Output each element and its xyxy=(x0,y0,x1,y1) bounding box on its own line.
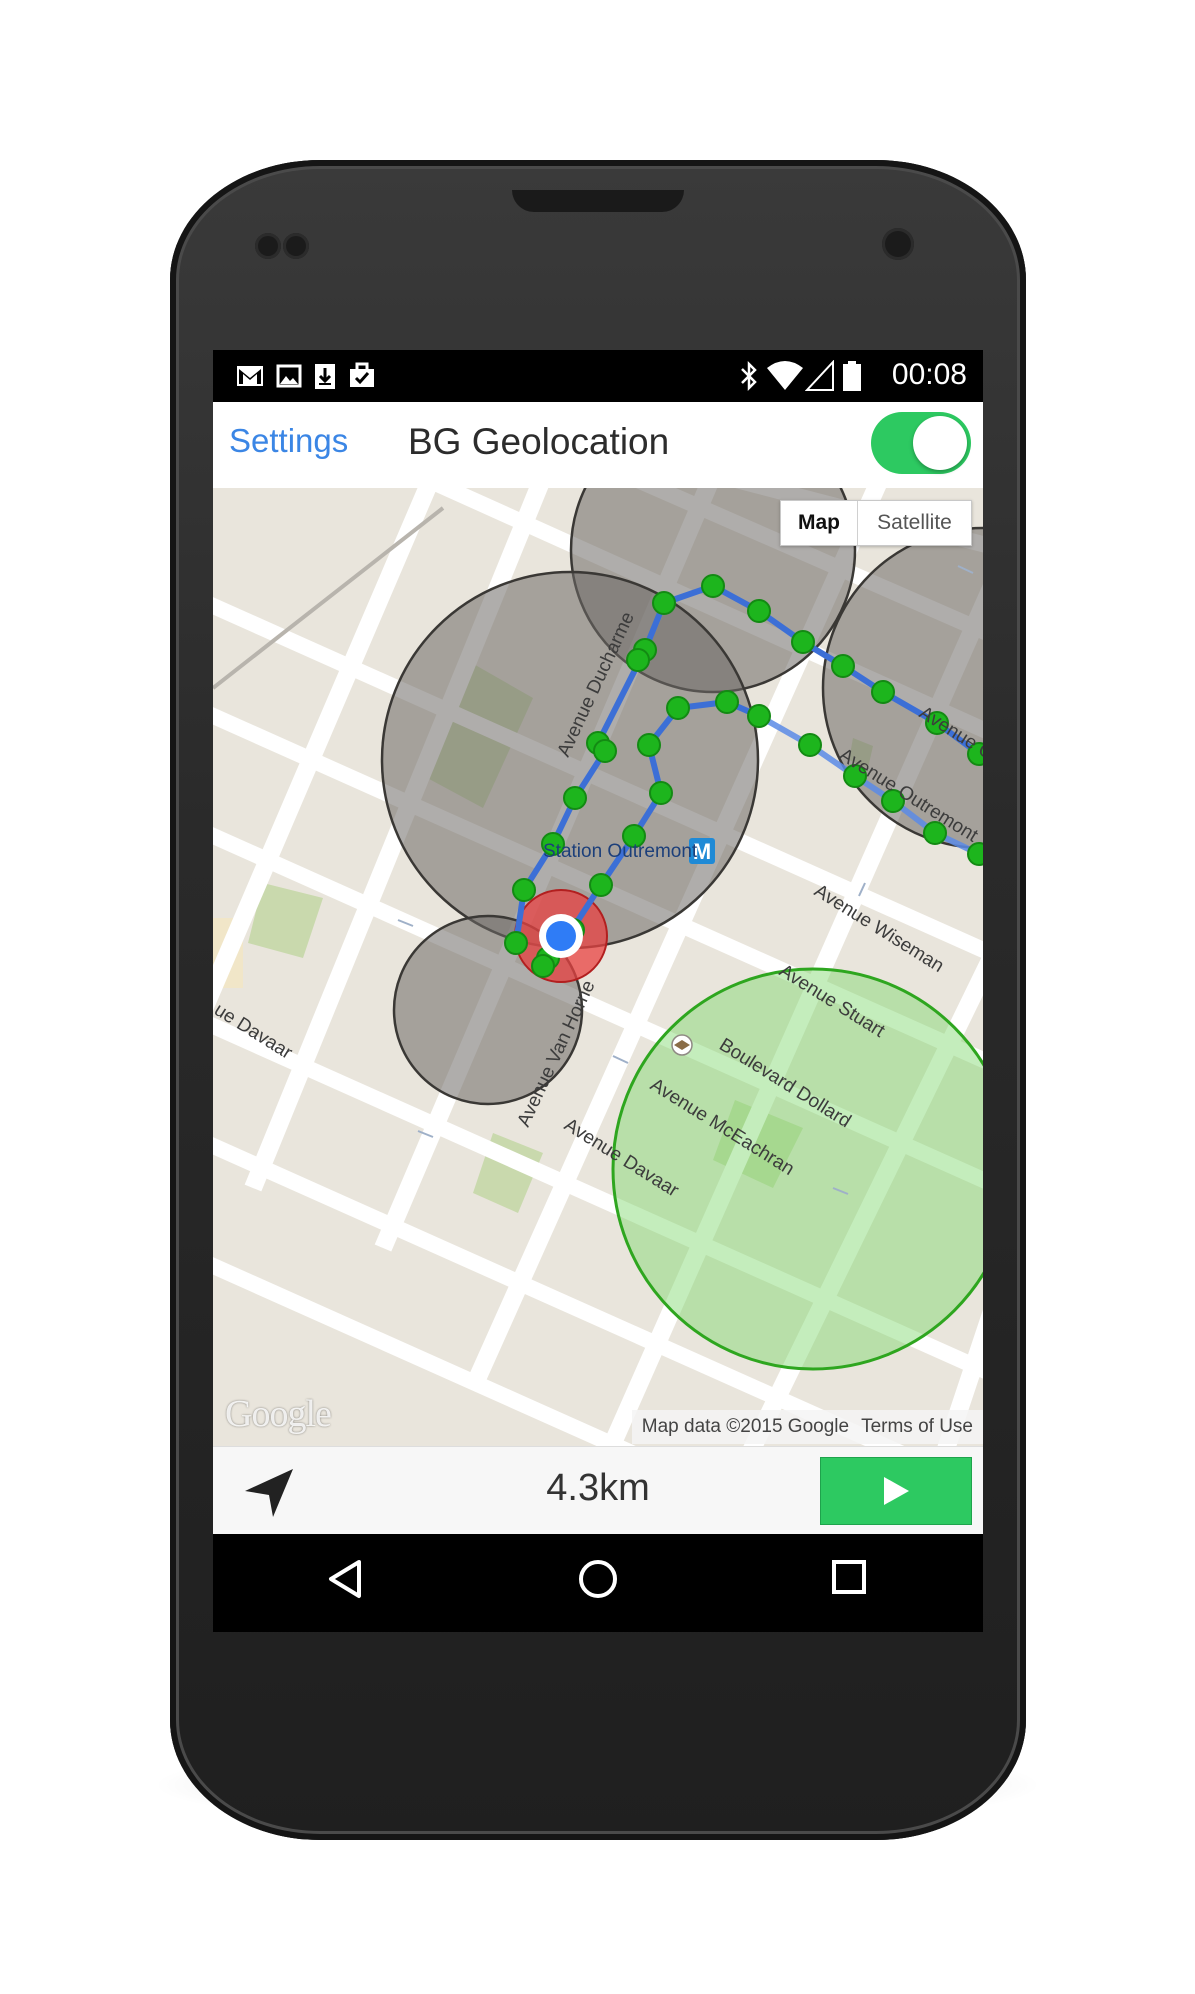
play-button[interactable] xyxy=(820,1457,972,1525)
tracking-toggle[interactable] xyxy=(871,412,971,474)
map-data-label: Map data ©2015 Google xyxy=(641,1416,850,1437)
location-point[interactable] xyxy=(637,733,661,757)
signal-icon xyxy=(805,360,834,391)
location-point[interactable] xyxy=(798,733,822,757)
recents-icon[interactable] xyxy=(830,1558,868,1596)
status-bar: 00:08 xyxy=(213,350,983,402)
status-time: 00:08 xyxy=(891,358,967,391)
android-nav-bar xyxy=(213,1534,983,1632)
sensor-icon xyxy=(283,233,309,259)
map-type-control: Map Satellite xyxy=(780,500,972,546)
location-point[interactable] xyxy=(649,781,673,805)
toggle-knob xyxy=(913,416,967,470)
settings-button[interactable]: Settings xyxy=(229,422,348,460)
location-point[interactable] xyxy=(666,696,690,720)
google-logo: Google xyxy=(225,1393,332,1435)
location-point[interactable] xyxy=(589,873,613,897)
play-icon xyxy=(884,1477,909,1505)
gallery-icon xyxy=(276,364,302,388)
map-attribution: Map data ©2015 Google Terms of Use xyxy=(631,1410,983,1444)
bluetooth-icon xyxy=(741,360,757,392)
current-location-dot xyxy=(546,921,576,951)
gmail-icon xyxy=(237,366,263,386)
home-icon[interactable] xyxy=(577,1558,619,1600)
location-point[interactable] xyxy=(747,704,771,728)
location-point[interactable] xyxy=(563,786,587,810)
task-icon xyxy=(350,362,374,387)
active-geofence[interactable] xyxy=(611,967,983,1371)
speaker-grille xyxy=(512,190,684,212)
download-icon xyxy=(315,364,335,389)
front-camera-icon xyxy=(882,228,914,260)
map-view[interactable]: M Avenue Ducharme Station Outremont Aven… xyxy=(213,488,983,1446)
location-point[interactable] xyxy=(531,954,555,978)
app-header: Settings BG Geolocation xyxy=(213,402,983,488)
map-canvas[interactable]: M Avenue Ducharme Station Outremont Aven… xyxy=(213,488,983,1446)
screen: 00:08 Settings BG Geolocation M Avenue D… xyxy=(213,350,983,1632)
location-point[interactable] xyxy=(791,630,815,654)
location-point[interactable] xyxy=(701,574,725,598)
station-label: Station Outremont xyxy=(543,841,698,862)
bottom-toolbar: 4.3km xyxy=(213,1446,983,1535)
back-icon[interactable] xyxy=(325,1558,365,1600)
terms-of-use-link[interactable]: Terms of Use xyxy=(861,1416,973,1438)
location-point[interactable] xyxy=(871,680,895,704)
map-type-satellite-button[interactable]: Satellite xyxy=(858,501,971,545)
map-type-map-button[interactable]: Map xyxy=(781,501,858,545)
sensor-icon xyxy=(255,233,281,259)
wifi-icon xyxy=(767,361,803,390)
app-title: BG Geolocation xyxy=(408,421,670,462)
battery-icon xyxy=(843,361,861,391)
location-point[interactable] xyxy=(593,739,617,763)
location-point[interactable] xyxy=(831,654,855,678)
location-point[interactable] xyxy=(504,931,528,955)
location-point[interactable] xyxy=(652,591,676,615)
location-point[interactable] xyxy=(512,878,536,902)
location-point[interactable] xyxy=(715,690,739,714)
location-point[interactable] xyxy=(626,648,650,672)
location-point[interactable] xyxy=(747,599,771,623)
